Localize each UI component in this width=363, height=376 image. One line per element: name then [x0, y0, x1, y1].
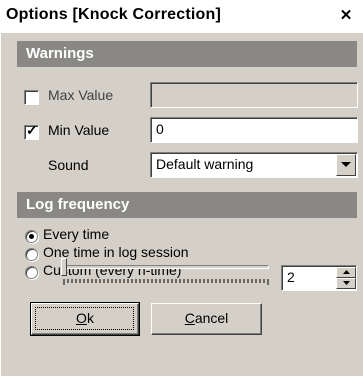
focus-rect [35, 307, 134, 330]
title-bar: Options [Knock Correction] ✕ [0, 0, 363, 33]
max-value-checkbox[interactable] [24, 90, 39, 105]
sound-select[interactable]: Default warning [150, 152, 358, 178]
max-value-label: Max Value [48, 87, 114, 103]
spin-up-button[interactable] [336, 267, 356, 278]
window-title: Options [Knock Correction] [6, 6, 221, 23]
log-frequency-header: Log frequency [17, 192, 357, 218]
arrow-down-icon [343, 281, 350, 285]
custom-n-slider-track[interactable] [63, 265, 269, 269]
spin-down-button[interactable] [336, 278, 356, 289]
cancel-mnemonic: C [184, 310, 195, 326]
max-value-field[interactable] [150, 82, 358, 108]
arrow-up-icon [343, 270, 350, 274]
cancel-button[interactable]: Cancel [151, 303, 262, 335]
sound-selected-value: Default warning [156, 156, 254, 172]
min-value-label: Min Value [48, 122, 110, 138]
custom-n-slider-thumb[interactable] [61, 258, 67, 276]
every-time-label: Every time [43, 226, 110, 242]
radio-custom[interactable] [25, 266, 38, 279]
radio-every-time[interactable] [25, 230, 38, 243]
warnings-header: Warnings [17, 41, 357, 67]
ok-button[interactable]: Ok [30, 302, 140, 336]
custom-n-value: 2 [287, 269, 295, 285]
min-value-field[interactable]: 0 [150, 117, 358, 143]
min-value-checkbox[interactable]: ✓ [24, 122, 39, 140]
check-icon: ✓ [26, 122, 38, 138]
cancel-rest: ancel [194, 310, 229, 326]
radio-one-time[interactable] [25, 248, 38, 261]
close-icon[interactable]: ✕ [336, 7, 356, 25]
dropdown-arrow-icon[interactable] [336, 154, 356, 176]
sound-label: Sound [48, 157, 89, 173]
slider-ticks [63, 279, 269, 285]
radio-dot-icon [29, 234, 34, 239]
